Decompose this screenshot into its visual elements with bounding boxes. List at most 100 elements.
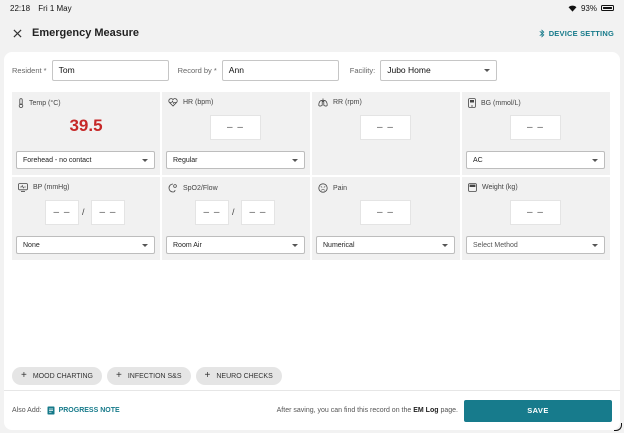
weight-input[interactable]: – – (510, 200, 561, 225)
weight-method-select[interactable]: Select Method (466, 236, 605, 254)
facility-select[interactable]: Jubo Home (380, 59, 498, 81)
pain-method-value: Numerical (323, 241, 355, 249)
record-by-label: Record by * (177, 65, 217, 75)
chevron-down-icon (142, 243, 148, 247)
page-title: Emergency Measure (32, 27, 139, 39)
pain-input[interactable]: – – (360, 200, 411, 225)
vital-header: BP (mmHg) (18, 183, 69, 192)
chip-label: MOOD CHARTING (32, 372, 93, 380)
vital-temp: Temp (°C) 39.5 Forehead - no contact (12, 92, 160, 175)
blood-pressure-icon (18, 183, 28, 192)
hr-method-value: Regular (173, 156, 198, 164)
em-log-link[interactable]: EM Log (413, 407, 438, 414)
battery-icon (601, 5, 614, 11)
note-icon (47, 406, 55, 415)
chevron-down-icon (292, 158, 298, 162)
resident-label: Resident * (12, 65, 47, 75)
chevron-down-icon (292, 243, 298, 247)
glucose-meter-icon (468, 98, 476, 108)
close-icon (12, 28, 22, 38)
plus-icon: + (116, 370, 122, 381)
spo2-method-value: Room Air (173, 241, 202, 249)
chip-label: INFECTION S&S (127, 372, 182, 380)
progress-note-label: PROGRESS NOTE (58, 407, 120, 414)
bp-systolic-input[interactable]: – – (45, 200, 79, 225)
temp-value[interactable]: 39.5 (12, 116, 160, 136)
hr-input[interactable]: – – (210, 115, 261, 140)
vital-bg: BG (mmol/L) – – AC (462, 92, 610, 175)
pain-method-select[interactable]: Numerical (316, 236, 455, 254)
wifi-icon (568, 5, 577, 12)
bp-separator: / (82, 207, 85, 217)
rr-input[interactable]: – – (360, 115, 411, 140)
vital-rr: RR (rpm) – – (312, 92, 460, 175)
chevron-down-icon (592, 243, 598, 247)
bp-method-value: None (23, 241, 40, 249)
bg-label: BG (mmol/L) (481, 99, 521, 107)
vital-hr: HR (bpm) – – Regular (162, 92, 310, 175)
weight-label: Weight (kg) (482, 184, 518, 191)
form-card: Resident * Tom Record by * Ann Facility:… (4, 52, 620, 430)
save-hint: After saving, you can find this record o… (277, 407, 458, 414)
vital-pain: Pain – – Numerical (312, 177, 460, 260)
bg-method-select[interactable]: AC (466, 151, 605, 169)
vital-header: Temp (°C) (18, 98, 61, 108)
facility-value: Jubo Home (387, 65, 431, 75)
chip-label: NEURO CHECKS (216, 372, 273, 380)
bg-input[interactable]: – – (510, 115, 561, 140)
neuro-checks-chip[interactable]: + NEURO CHECKS (195, 367, 282, 385)
status-date: Fri 1 May (38, 3, 72, 13)
bg-method-value: AC (473, 156, 483, 164)
status-right: 93% (568, 4, 614, 13)
oxygen-icon (168, 183, 177, 193)
chevron-down-icon (592, 158, 598, 162)
chevron-down-icon (142, 158, 148, 162)
vital-header: BG (mmol/L) (468, 98, 521, 108)
close-button[interactable] (10, 26, 24, 40)
heart-rate-icon (168, 98, 178, 107)
temp-label: Temp (°C) (29, 99, 61, 107)
resident-input[interactable]: Tom (51, 59, 169, 81)
vital-weight: Weight (kg) – – Select Method (462, 177, 610, 260)
lungs-icon (318, 98, 328, 107)
chevron-down-icon (484, 68, 491, 72)
vital-bp: BP (mmHg) – – / – – None (12, 177, 160, 260)
device-setting-button[interactable]: DEVICE SETTING (539, 29, 614, 38)
facility-label: Facility: (349, 65, 376, 75)
bluetooth-icon (539, 28, 545, 38)
pain-face-icon (318, 183, 328, 193)
record-by-value: Ann (228, 65, 244, 75)
status-time: 22:18 (10, 3, 31, 13)
mood-charting-chip[interactable]: + MOOD CHARTING (12, 367, 102, 385)
resident-value: Tom (58, 65, 75, 75)
spo2-input[interactable]: – – (195, 200, 229, 225)
bp-method-select[interactable]: None (16, 236, 155, 254)
bp-diastolic-input[interactable]: – – (91, 200, 125, 225)
spo2-method-select[interactable]: Room Air (166, 236, 305, 254)
vital-header: Weight (kg) (468, 183, 518, 192)
spo2-label: SpO2/Flow (183, 184, 218, 192)
corner-indicator (614, 423, 622, 431)
hr-method-select[interactable]: Regular (166, 151, 305, 169)
scale-icon (468, 183, 477, 192)
vital-header: HR (bpm) (168, 98, 213, 107)
weight-method-value: Select Method (473, 241, 518, 249)
bp-label: BP (mmHg) (33, 184, 70, 191)
status-left: 22:18 Fri 1 May (10, 4, 78, 13)
vital-spo2: SpO2/Flow – – / – – Room Air (162, 177, 310, 260)
add-on-chips: + MOOD CHARTING + INFECTION S&S + NEURO … (12, 367, 282, 385)
chevron-down-icon (442, 243, 448, 247)
save-hint-suffix: page. (440, 407, 458, 414)
vitals-grid: Temp (°C) 39.5 Forehead - no contact HR … (12, 92, 612, 260)
status-bar: 22:18 Fri 1 May 93% (0, 0, 624, 16)
hr-label: HR (bpm) (183, 99, 214, 106)
temp-method-select[interactable]: Forehead - no contact (16, 151, 155, 169)
infection-ss-chip[interactable]: + INFECTION S&S (107, 367, 191, 385)
temp-method-value: Forehead - no contact (23, 156, 92, 164)
progress-note-button[interactable]: PROGRESS NOTE (47, 406, 120, 415)
flow-input[interactable]: – – (241, 200, 275, 225)
plus-icon: + (21, 370, 27, 381)
thermometer-icon (18, 98, 24, 108)
save-button[interactable]: SAVE (464, 399, 612, 422)
record-by-input[interactable]: Ann (221, 59, 339, 81)
